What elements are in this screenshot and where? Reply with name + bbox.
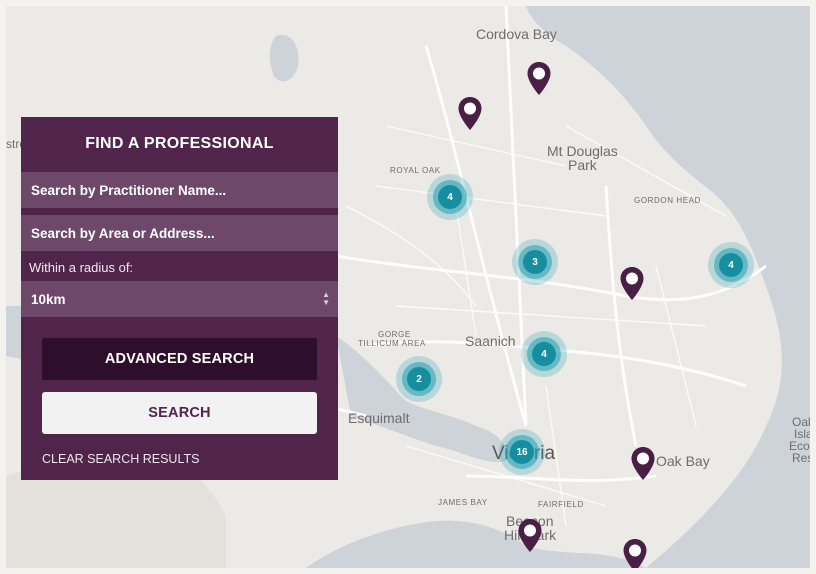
water-juan-de-fuca [306,520,646,568]
select-arrows-icon: ▲ ▼ [322,290,330,307]
cluster-count: 2 [407,367,431,391]
map-pin-icon[interactable] [630,446,656,482]
search-button[interactable]: SEARCH [42,392,317,434]
radius-label: Within a radius of: [29,260,134,275]
cluster-marker[interactable]: 4 [521,331,567,377]
cluster-marker[interactable]: 3 [512,239,558,285]
cluster-count: 4 [532,342,556,366]
label-oak-bay: Oak Bay [656,453,710,469]
water-lake [269,35,299,82]
cluster-marker[interactable]: 2 [396,356,442,402]
cluster-count: 16 [510,440,534,464]
label-tillicum: TILLICUM AREA [358,339,426,348]
label-saanich: Saanich [465,333,516,349]
map-pin-icon[interactable] [517,518,543,554]
label-gorge: GORGE [378,330,411,339]
label-royal-oak: ROYAL OAK [390,166,441,175]
practitioner-name-input[interactable]: Search by Practitioner Name... [21,172,338,208]
clear-search-results-link[interactable]: CLEAR SEARCH RESULTS [42,452,199,466]
advanced-search-button[interactable]: ADVANCED SEARCH [42,338,317,380]
label-gordon-head: GORDON HEAD [634,196,702,205]
radius-value: 10km [31,291,66,307]
map-pin-icon[interactable] [619,266,645,302]
area-address-input[interactable]: Search by Area or Address... [21,215,338,251]
label-esquimalt: Esquimalt [348,410,410,426]
map-pin-icon[interactable] [622,538,648,568]
map-pin-icon[interactable] [457,96,483,132]
cluster-marker[interactable]: 4 [427,174,473,220]
cluster-count: 4 [719,253,743,277]
label-cordova-bay: Cordova Bay [476,26,557,42]
cluster-count: 4 [438,185,462,209]
cluster-marker[interactable]: 4 [708,242,754,288]
label-oak-island-4: Res [792,451,810,465]
label-fairfield: FAIRFIELD [538,500,584,509]
panel-title: FIND A PROFESSIONAL [85,135,274,152]
label-mt-douglas-park: Park [568,157,597,173]
cluster-count: 3 [523,250,547,274]
find-professional-panel: FIND A PROFESSIONAL Search by Practition… [21,117,338,480]
radius-select[interactable]: 10km ▲ ▼ [21,281,338,317]
map-pin-icon[interactable] [526,61,552,97]
label-james-bay: JAMES BAY [438,498,488,507]
cluster-marker[interactable]: 16 [499,429,545,475]
